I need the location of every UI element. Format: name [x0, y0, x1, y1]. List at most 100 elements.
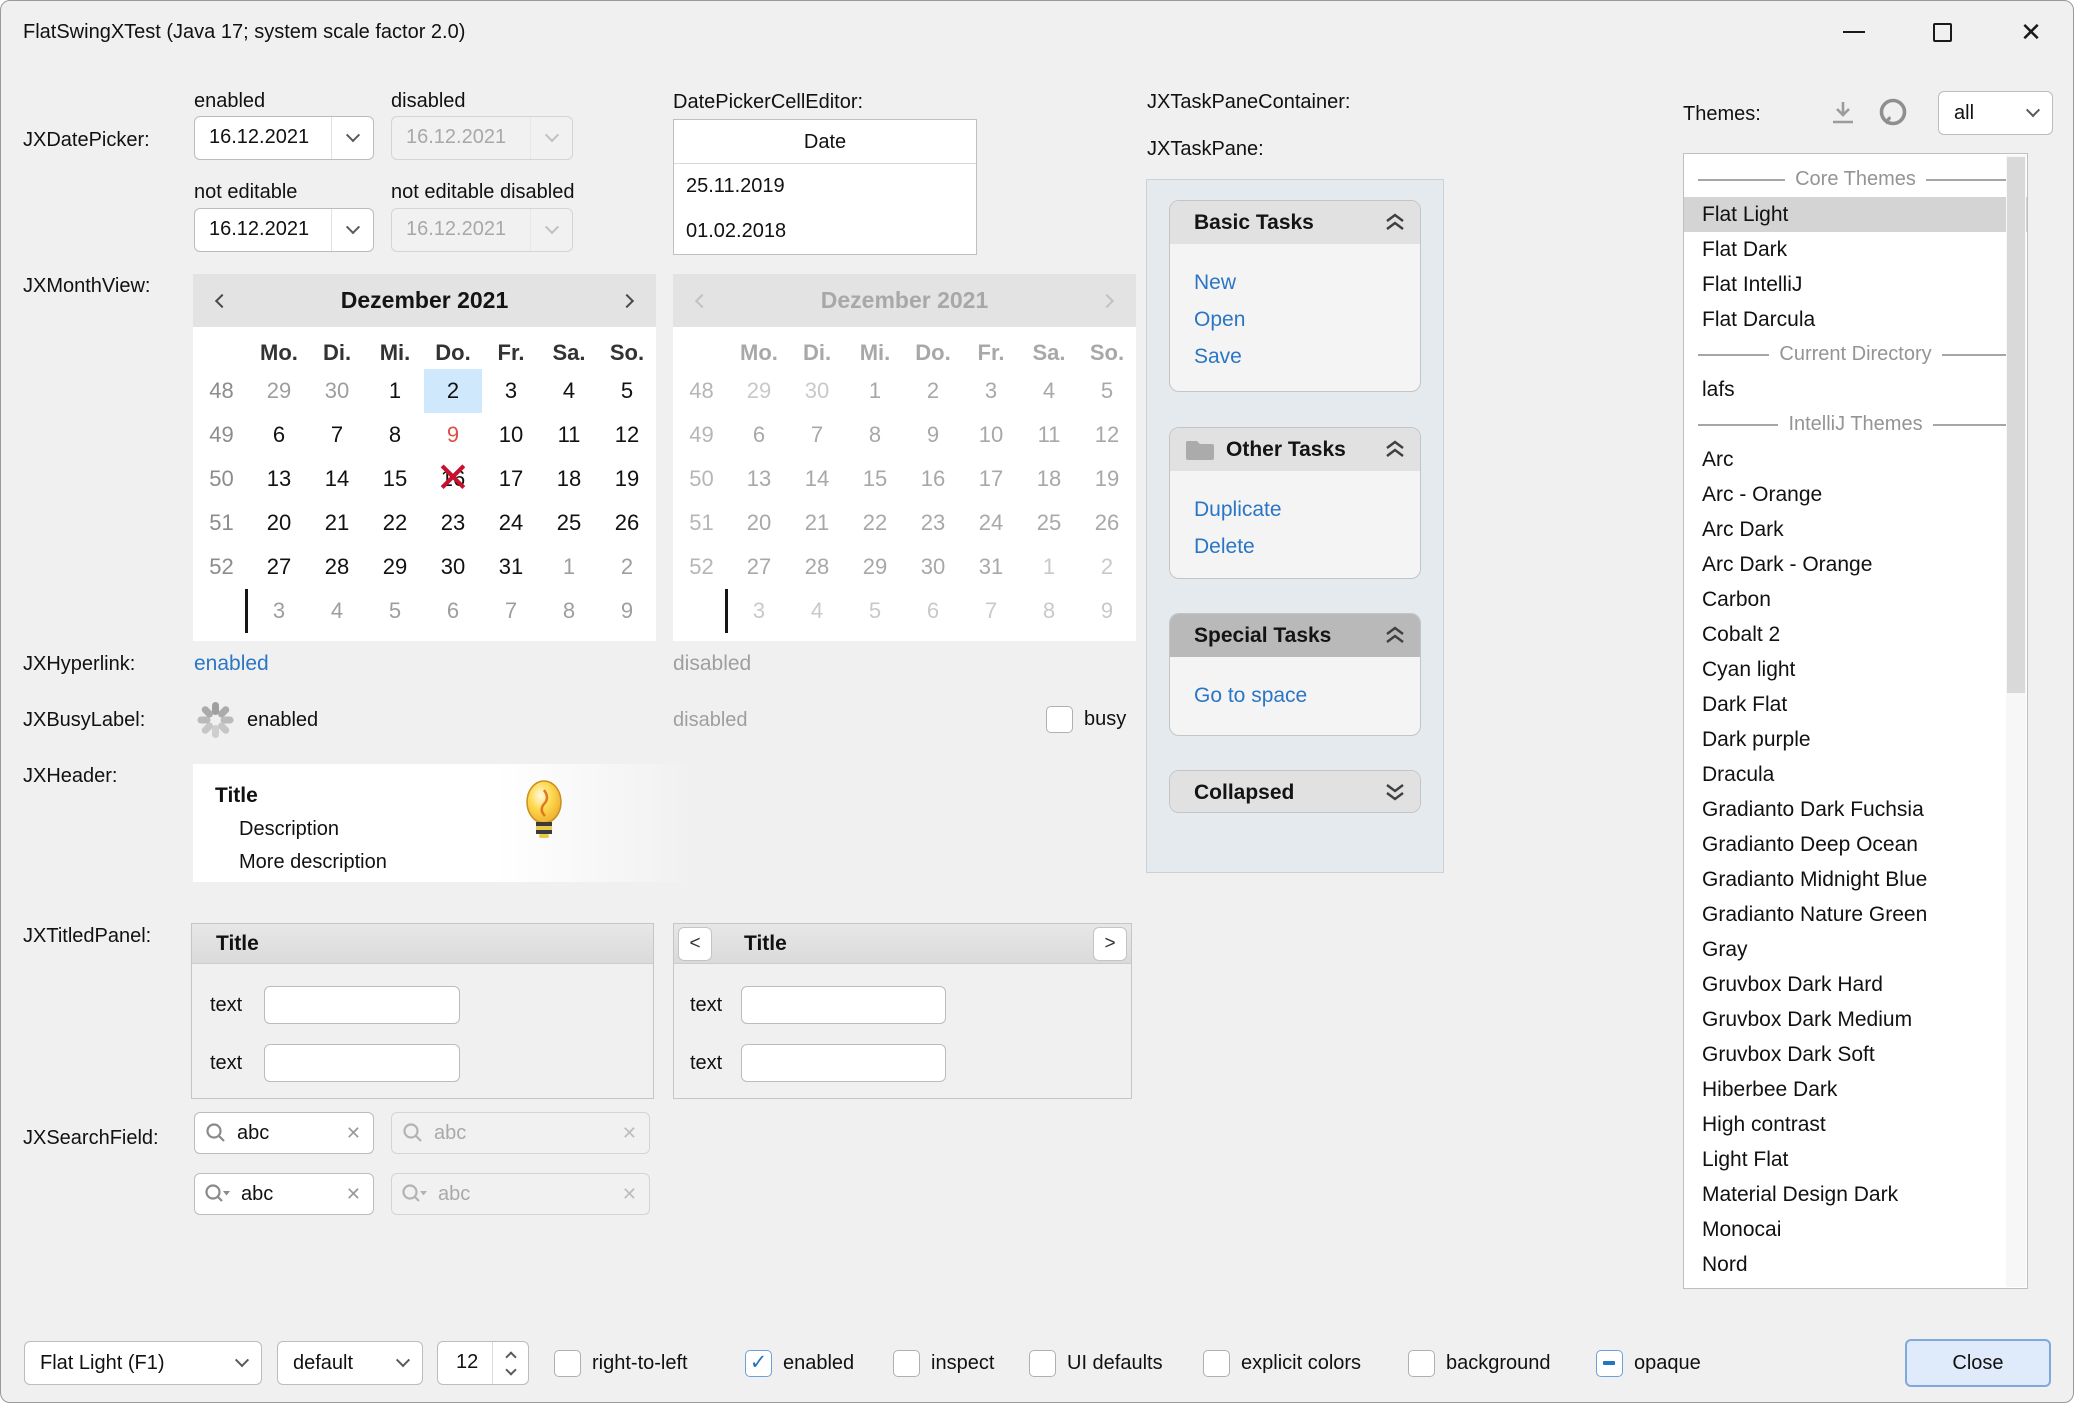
theme-list-item[interactable]: Gruvbox Dark Hard	[1684, 967, 2027, 1002]
search-field-with-menu[interactable]: abc ✕	[194, 1173, 374, 1215]
theme-list-item[interactable]: Arc Dark - Orange	[1684, 547, 2027, 582]
checkbox-opaque[interactable]: ✓	[1596, 1350, 1623, 1377]
titled-panel-right-button[interactable]: >	[1093, 927, 1127, 961]
taskpane-action-delete[interactable]: Delete	[1194, 528, 1420, 565]
day-cell[interactable]: 15	[366, 457, 424, 501]
theme-list-item[interactable]: Flat Dark	[1684, 232, 2027, 267]
taskpane-action-open[interactable]: Open	[1194, 301, 1420, 338]
theme-list-item[interactable]: Flat Light	[1684, 197, 2027, 232]
day-cell[interactable]: 11	[540, 413, 598, 457]
day-cell[interactable]: 22	[366, 501, 424, 545]
day-cell[interactable]: 6	[424, 589, 482, 633]
day-cell[interactable]: 23	[424, 501, 482, 545]
theme-list-item[interactable]: Gray	[1684, 932, 2027, 967]
day-cell[interactable]: 13	[250, 457, 308, 501]
day-cell[interactable]: 24	[482, 501, 540, 545]
day-cell[interactable]: 4	[540, 369, 598, 413]
datepicker-enabled[interactable]: 16.12.2021	[194, 116, 374, 160]
day-cell[interactable]: 12	[598, 413, 656, 457]
spinner-buttons[interactable]	[492, 1342, 528, 1384]
lookandfeel-combo[interactable]: Flat Light (F1)	[24, 1341, 262, 1385]
theme-list-item[interactable]: Cobalt 2	[1684, 617, 2027, 652]
day-cell[interactable]: 25	[540, 501, 598, 545]
download-themes-button[interactable]	[1825, 97, 1861, 133]
clear-icon[interactable]: ✕	[346, 1184, 361, 1205]
day-cell[interactable]: 4	[308, 589, 366, 633]
titled-panel-left-button[interactable]: <	[678, 927, 712, 961]
text-input[interactable]	[741, 986, 946, 1024]
day-cell[interactable]: 18	[540, 457, 598, 501]
maximize-button[interactable]	[1898, 1, 1986, 63]
day-cell[interactable]: 3	[482, 369, 540, 413]
theme-list-item[interactable]: Gradianto Nature Green	[1684, 897, 2027, 932]
day-cell[interactable]: 30	[308, 369, 366, 413]
day-cell[interactable]: 30	[424, 545, 482, 589]
table-row[interactable]: 25.11.2019	[674, 164, 976, 209]
day-cell[interactable]: 29	[250, 369, 308, 413]
taskpane-header[interactable]: Collapsed	[1170, 771, 1420, 813]
taskpane-action-duplicate[interactable]: Duplicate	[1194, 491, 1420, 528]
taskpane-header[interactable]: Other Tasks	[1170, 428, 1420, 471]
day-cell[interactable]: 16✕	[424, 457, 482, 501]
theme-list-item[interactable]: Dark purple	[1684, 722, 2027, 757]
checkbox-enabled[interactable]: ✓	[745, 1350, 772, 1377]
datepicker-dropdown-button[interactable]	[331, 209, 373, 251]
chevron-double-up-icon[interactable]	[1384, 625, 1406, 646]
theme-list-item[interactable]: Gradianto Midnight Blue	[1684, 862, 2027, 897]
themes-scrollbar[interactable]	[2006, 155, 2026, 1287]
next-month-button[interactable]	[604, 274, 650, 327]
day-cell[interactable]: 9	[598, 589, 656, 633]
checkbox-inspect[interactable]: ✓	[893, 1350, 920, 1377]
taskpane-action-new[interactable]: New	[1194, 264, 1420, 301]
busy-checkbox[interactable]	[1046, 706, 1073, 733]
theme-list-item[interactable]: Cyan light	[1684, 652, 2027, 687]
theme-list-item[interactable]: Material Design Dark	[1684, 1177, 2027, 1212]
theme-list-item[interactable]: Flat IntelliJ	[1684, 267, 2027, 302]
day-cell[interactable]: 5	[366, 589, 424, 633]
close-button[interactable]: Close	[1905, 1339, 2051, 1387]
theme-list-item[interactable]: Hiberbee Dark	[1684, 1072, 2027, 1107]
table-row[interactable]: 01.02.2018	[674, 209, 976, 254]
theme-list-item[interactable]: Arc - Orange	[1684, 477, 2027, 512]
font-size-spinner[interactable]: 12	[437, 1341, 529, 1385]
theme-list-item[interactable]: lafs	[1684, 372, 2027, 407]
day-cell[interactable]: 2	[598, 545, 656, 589]
datepicker-not-editable[interactable]: 16.12.2021	[194, 208, 374, 252]
day-cell[interactable]: 7	[308, 413, 366, 457]
theme-list-item[interactable]: Dracula	[1684, 757, 2027, 792]
checkbox-right-to-left[interactable]: ✓	[554, 1350, 581, 1377]
day-cell[interactable]: 29	[366, 545, 424, 589]
day-cell[interactable]: 1	[540, 545, 598, 589]
taskpane-header[interactable]: Special Tasks	[1170, 614, 1420, 657]
themes-filter-combo[interactable]: all	[1938, 91, 2053, 135]
theme-list-item[interactable]: Gruvbox Dark Soft	[1684, 1037, 2027, 1072]
checkbox-ui-defaults[interactable]: ✓	[1029, 1350, 1056, 1377]
window-close-button[interactable]: ✕	[1987, 1, 2074, 63]
theme-list-item[interactable]: Monocai	[1684, 1212, 2027, 1247]
theme-list-item[interactable]: Nord	[1684, 1247, 2027, 1282]
style-combo[interactable]: default	[277, 1341, 423, 1385]
chevron-double-up-icon[interactable]	[1384, 212, 1406, 233]
day-cell[interactable]: 1	[366, 369, 424, 413]
day-cell[interactable]: 19	[598, 457, 656, 501]
theme-list-item[interactable]: Carbon	[1684, 582, 2027, 617]
day-cell[interactable]: 10	[482, 413, 540, 457]
text-input[interactable]	[264, 986, 460, 1024]
theme-list-item[interactable]: Light Flat	[1684, 1142, 2027, 1177]
day-cell[interactable]: 14	[308, 457, 366, 501]
search-menu-icon[interactable]	[205, 1183, 231, 1205]
search-field-enabled[interactable]: abc ✕	[194, 1112, 374, 1154]
day-cell[interactable]: 3	[250, 589, 308, 633]
taskpane-action-save[interactable]: Save	[1194, 338, 1420, 375]
day-cell[interactable]: 7	[482, 589, 540, 633]
day-cell[interactable]: 26	[598, 501, 656, 545]
scrollbar-thumb[interactable]	[2007, 157, 2025, 693]
day-cell[interactable]: 8	[540, 589, 598, 633]
day-cell[interactable]: 5	[598, 369, 656, 413]
day-cell[interactable]: 20	[250, 501, 308, 545]
chevron-double-down-icon[interactable]	[1384, 782, 1406, 803]
checkbox-background[interactable]: ✓	[1408, 1350, 1435, 1377]
day-cell[interactable]: 8	[366, 413, 424, 457]
theme-list-item[interactable]: Gruvbox Dark Medium	[1684, 1002, 2027, 1037]
day-cell[interactable]: 9	[424, 413, 482, 457]
